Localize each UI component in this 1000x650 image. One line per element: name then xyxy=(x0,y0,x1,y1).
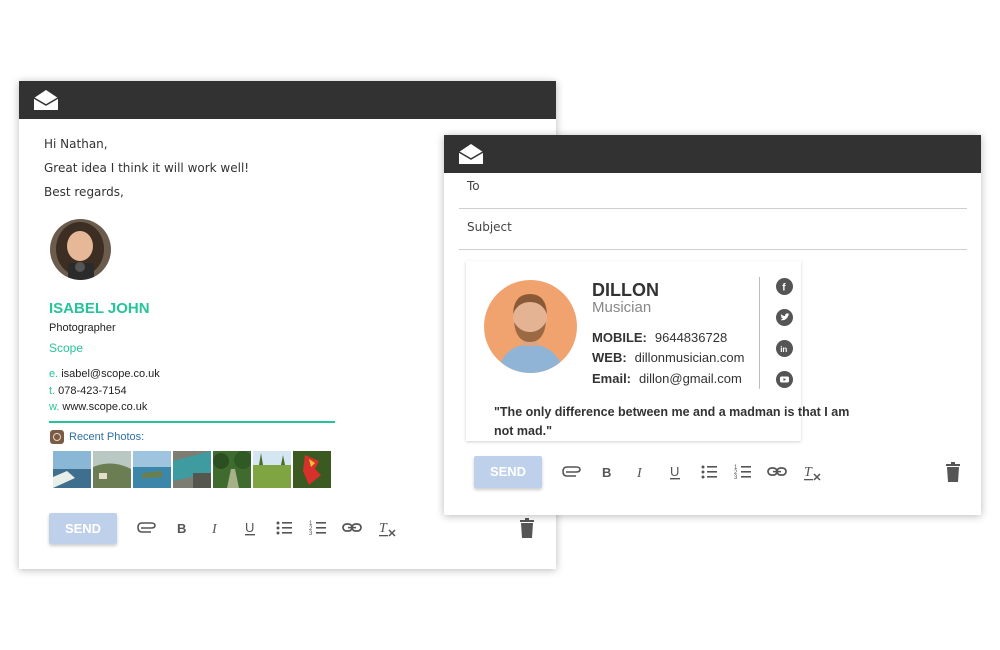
signature-role: Musician xyxy=(592,299,652,316)
numbered-list-icon[interactable]: 123 xyxy=(307,517,329,539)
message-line[interactable]: Great idea I think it will work well! xyxy=(44,161,249,175)
svg-text:B: B xyxy=(602,465,611,480)
trash-icon[interactable] xyxy=(516,517,538,539)
svg-text:I: I xyxy=(211,522,218,537)
subject-field-underline xyxy=(459,249,967,250)
instagram-icon xyxy=(50,430,64,444)
link-icon[interactable] xyxy=(341,517,363,539)
web-prefix: w. xyxy=(49,401,60,413)
to-field-underline xyxy=(459,208,967,209)
svg-text:I: I xyxy=(636,466,643,481)
bold-icon[interactable]: B xyxy=(596,461,618,483)
svg-text:U: U xyxy=(245,520,254,535)
photo-thumbnail[interactable] xyxy=(293,451,331,488)
signature-email[interactable]: dillon@gmail.com xyxy=(639,371,742,386)
to-field[interactable]: To xyxy=(467,179,480,193)
phone-prefix: t. xyxy=(49,385,56,397)
signature-mobile: 9644836728 xyxy=(654,330,728,345)
svg-text:f: f xyxy=(782,283,786,294)
envelope-open-icon xyxy=(33,90,59,110)
svg-text:T: T xyxy=(379,521,388,536)
signature-divider xyxy=(49,421,335,423)
send-button[interactable]: SEND xyxy=(474,456,542,488)
italic-icon[interactable]: I xyxy=(205,517,227,539)
email-compose-window-right: To Subject DILLON Musician MOBILE: 964483… xyxy=(444,135,981,515)
signature-email[interactable]: isabel@scope.co.uk xyxy=(61,368,160,380)
signature-email-row: Email: dillon@gmail.com xyxy=(592,371,742,386)
subject-field[interactable]: Subject xyxy=(467,220,512,234)
window-header xyxy=(444,135,981,173)
svg-text:in: in xyxy=(780,345,787,354)
window-header xyxy=(19,81,556,119)
signature-quote: "The only difference between me and a ma… xyxy=(494,405,850,438)
photo-thumbnail[interactable] xyxy=(93,451,131,488)
email-label: Email: xyxy=(592,371,632,386)
italic-icon[interactable]: I xyxy=(630,461,652,483)
mobile-label: MOBILE: xyxy=(592,330,647,345)
underline-icon[interactable]: U xyxy=(664,461,686,483)
signature-company[interactable]: Scope xyxy=(49,341,83,355)
signature-email-row: e. isabel@scope.co.uk xyxy=(49,368,160,380)
photo-thumbnail[interactable] xyxy=(133,451,171,488)
photo-thumbnail[interactable] xyxy=(173,451,211,488)
bulleted-list-icon[interactable] xyxy=(273,517,295,539)
signature-web[interactable]: www.scope.co.uk xyxy=(62,401,147,413)
photo-thumbnail[interactable] xyxy=(253,451,291,488)
linkedin-icon[interactable]: in xyxy=(776,340,793,357)
twitter-icon[interactable] xyxy=(776,309,793,326)
svg-text:T: T xyxy=(804,465,813,480)
bulleted-list-icon[interactable] xyxy=(698,461,720,483)
photo-thumbnail[interactable] xyxy=(213,451,251,488)
svg-text:B: B xyxy=(177,521,186,536)
signature-role: Photographer xyxy=(49,322,116,334)
email-prefix: e. xyxy=(49,368,59,380)
signature-web[interactable]: dillonmusician.com xyxy=(635,350,745,365)
message-line[interactable]: Best regards, xyxy=(44,185,124,199)
svg-text:U: U xyxy=(670,464,679,479)
bold-icon[interactable]: B xyxy=(171,517,193,539)
signature-phone: 078-423-7154 xyxy=(58,385,127,397)
attach-icon[interactable] xyxy=(136,517,158,539)
photo-thumbnail[interactable] xyxy=(53,451,91,488)
signature-web-row: w. www.scope.co.uk xyxy=(49,401,147,413)
avatar xyxy=(484,280,577,373)
trash-icon[interactable] xyxy=(942,461,964,483)
svg-text:3: 3 xyxy=(309,531,313,537)
signature-name: DILLON xyxy=(592,280,659,300)
signature-divider xyxy=(759,277,760,389)
recent-photos-label[interactable]: Recent Photos: xyxy=(69,431,144,443)
envelope-open-icon xyxy=(458,144,484,164)
web-label: WEB: xyxy=(592,350,627,365)
attach-icon[interactable] xyxy=(561,461,583,483)
svg-text:3: 3 xyxy=(734,475,738,481)
facebook-icon[interactable]: f xyxy=(776,278,793,295)
avatar xyxy=(50,219,111,280)
signature-name: ISABEL JOHN xyxy=(49,300,150,317)
signature-phone-row: t. 078-423-7154 xyxy=(49,385,127,397)
youtube-icon[interactable] xyxy=(776,371,793,388)
link-icon[interactable] xyxy=(766,461,788,483)
underline-icon[interactable]: U xyxy=(239,517,261,539)
signature-web-row: WEB: dillonmusician.com xyxy=(592,350,745,365)
send-button[interactable]: SEND xyxy=(49,513,117,544)
clear-format-icon[interactable]: T xyxy=(801,461,823,483)
clear-format-icon[interactable]: T xyxy=(376,517,398,539)
numbered-list-icon[interactable]: 123 xyxy=(732,461,754,483)
signature-mobile-row: MOBILE: 9644836728 xyxy=(592,330,727,345)
message-line[interactable]: Hi Nathan, xyxy=(44,137,108,151)
